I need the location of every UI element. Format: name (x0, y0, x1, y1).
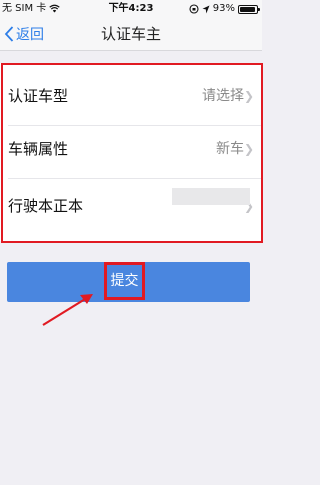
chevron-right-icon: ❯ (243, 142, 254, 156)
driving-license-label: 行驶本正本 (8, 197, 84, 215)
orientation-lock-icon (189, 4, 199, 14)
back-label: 返回 (16, 27, 44, 43)
form-row-driving-license[interactable]: 行驶本正本 ❯ (0, 177, 262, 236)
submit-button[interactable] (7, 262, 250, 302)
vehicle-attribute-value: 新车 (216, 141, 244, 157)
back-button[interactable]: 返回 (4, 18, 44, 50)
navigation-bar: 返回 认证车主 (0, 18, 262, 51)
location-icon (202, 5, 210, 13)
battery-percent: 93% (212, 3, 235, 14)
image-placeholder (172, 188, 250, 205)
chevron-right-icon: ❯ (243, 89, 254, 103)
vehicle-model-label: 认证车型 (8, 87, 69, 105)
chevron-right-icon: ❯ (243, 199, 254, 213)
form-row-vehicle-model[interactable]: 认证车型 请选择 ❯ (0, 67, 262, 126)
status-bar: 无 SIM 卡 下午4:23 93% (0, 0, 262, 18)
vehicle-model-value: 请选择 (202, 88, 244, 104)
form-row-vehicle-attribute[interactable]: 车辆属性 新车 ❯ (0, 120, 262, 179)
battery-icon (238, 4, 260, 14)
vehicle-attribute-label: 车辆属性 (8, 140, 69, 158)
form-card: 认证车型 请选择 ❯ 车辆属性 新车 ❯ 行驶本正本 ❯ (0, 63, 262, 241)
chevron-left-icon (4, 26, 14, 42)
